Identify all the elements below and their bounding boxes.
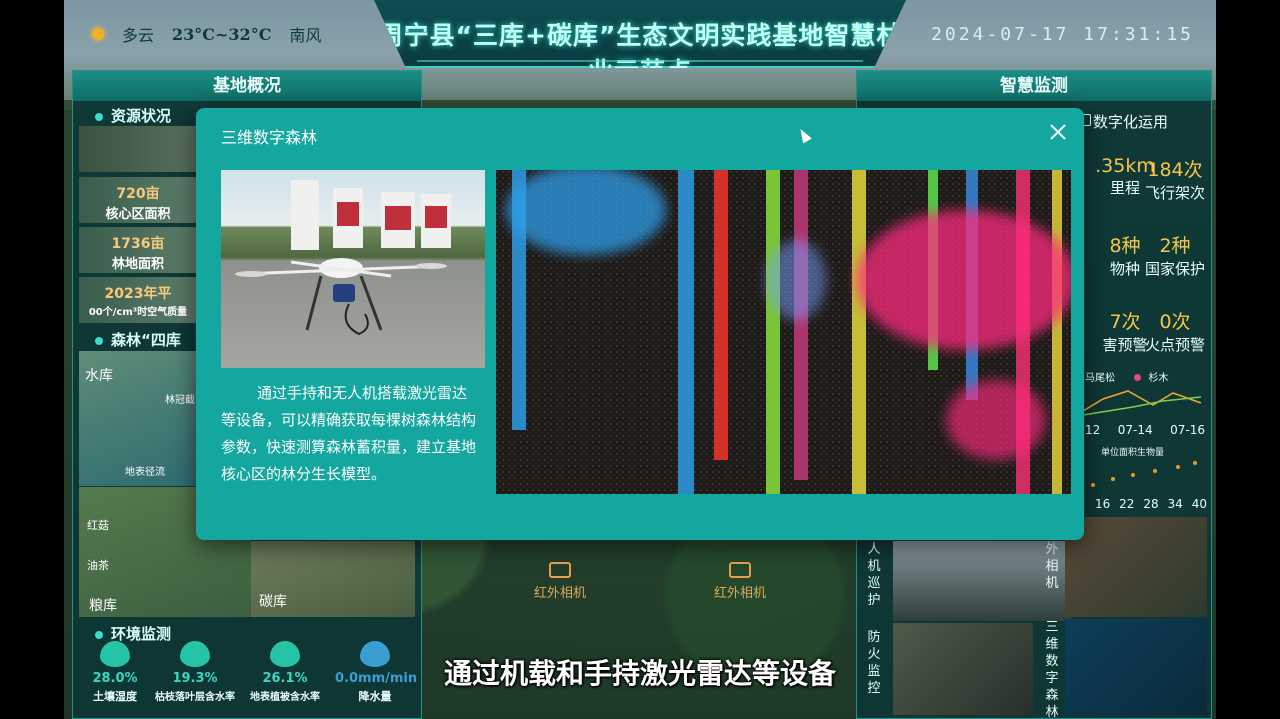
infrared-camera-label: 红外相机 [534,586,587,601]
air-quality-value: 2023年平 [104,286,172,302]
biomass-scatter-chart [1091,461,1197,487]
smart-monitoring-title: 智慧监测 [857,71,1211,101]
red-mushroom-label: 红菇 [87,519,109,532]
protected-species-value: 2种 [1159,235,1191,257]
x-tick: 34 [1167,497,1183,511]
infrared-camera-marker[interactable]: 红外相机 [714,562,766,601]
lidar-point-cloud [496,170,1071,494]
x-tick: 40 [1191,497,1207,511]
core-area-value: 720亩 [116,186,160,202]
digital-application-label: 数字化运用 [1093,113,1169,131]
x-tick: 07-16 [1170,423,1205,437]
camera-icon [549,562,571,578]
3d-digital-forest-dialog: 三维数字森林 通过手持和无人机搭载激光雷达等设备，可以精确获取每棵树森林结构参数… [196,108,1084,540]
infrared-camera-marker[interactable]: 红外相机 [534,562,586,601]
carbon-store-label: 碳库 [259,594,287,610]
legend-dot [1134,374,1142,381]
sun-icon [92,28,104,40]
forest-area-stat: 1736亩 林地面积 [79,227,197,273]
water-store-label: 水库 [85,368,113,384]
flight-count-value: 184次 [1147,159,1203,181]
base-overview-title: 基地概况 [73,71,421,101]
drone-photo [221,170,485,368]
infrared-camera-label: 红外相机 [714,586,767,601]
weather-info: 多云 23°C~32°C 南风 [92,22,321,46]
core-area-stat: 720亩 核心区面积 [79,177,197,223]
x-tick: 28 [1143,497,1159,511]
runoff-label: 地表径流 [125,467,165,478]
x-tick: 16 [1095,497,1111,511]
x-tick: 22 [1119,497,1135,511]
water-store-card[interactable]: 水库 林冠截 地表径流 [79,351,197,486]
infrared-camera-panel-label: 外相机 [1045,542,1059,591]
drone-illustration [235,180,451,336]
fire-alert-label: 火点预警 [1144,336,1205,354]
resource-section-title: 资源状况 [95,105,171,126]
camera-icon [729,562,751,578]
dialog-title: 三维数字森林 [221,128,318,147]
video-subtitle: 通过机载和手持激光雷达等设备 [443,657,836,690]
fire-alert-value: 0次 [1159,311,1191,333]
core-area-label: 核心区面积 [105,207,171,222]
canopy-label: 林冠截 [165,395,195,406]
scatter-x-axis: 16 22 28 34 40 [1095,497,1207,511]
title-banner: 周宁县“三库+碳库”生态文明实践基地智慧林业示范点 [374,0,906,68]
close-icon[interactable] [1046,120,1070,144]
protected-species-stat: 2种 国家保护 [1131,231,1216,279]
fire-alert-stat: 0次 火点预警 [1131,307,1216,355]
protected-species-label: 国家保护 [1144,260,1205,278]
camellia-label: 油茶 [87,559,109,572]
lidar-point-cloud-image [496,170,1071,494]
x-tick: 12 [1085,423,1101,437]
page-title: 周宁县“三库+碳库”生态文明实践基地智慧林业示范点 [377,21,903,86]
dialog-description: 通过手持和无人机搭载激光雷达等设备，可以精确获取每棵树森林结构参数，快速测算森林… [221,384,477,483]
line-chart-x-axis: 12 07-14 07-16 [1085,423,1205,437]
air-quality-stat: 2023年平 00个/cm³时空气质量 [79,277,197,323]
weather-condition: 多云 [122,26,155,45]
air-quality-label: 00个/cm³时空气质量 [88,307,188,318]
forest-area-label: 林地面积 [111,257,164,272]
forest-area-value: 1736亩 [111,236,165,252]
weather-wind: 南风 [289,26,322,45]
x-tick: 07-14 [1117,423,1153,437]
drone-patrol-label: 人机巡护 [867,542,881,608]
infrared-camera-feed[interactable] [1065,517,1207,617]
carbon-store-card[interactable]: 碳库 [251,541,415,617]
weather-temperature: 23°C~32°C [172,24,272,44]
flight-count-stat: 184次 飞行架次 [1131,155,1216,203]
forest-four-stores-title: 森林“四库 [95,329,181,350]
grain-store-label: 粮库 [89,598,117,614]
dashboard-header: 多云 23°C~32°C 南风 周宁县“三库+碳库”生态文明实践基地智慧林业示范… [64,0,1216,70]
flight-count-label: 飞行架次 [1144,184,1205,202]
datetime-display: 2024-07-17 17:31:15 [931,24,1194,45]
resource-image [79,126,197,172]
trend-line-chart [1083,390,1202,416]
